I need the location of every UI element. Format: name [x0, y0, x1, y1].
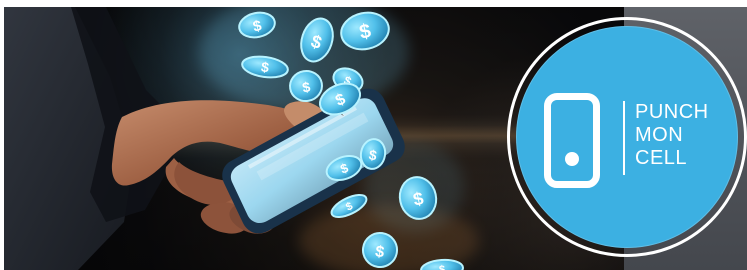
- promo-banner: $ $ $ $ $ $ $ $ $ $ $ $ $ PUNCH MON CELL: [0, 0, 747, 270]
- logo-divider: [623, 101, 625, 175]
- phone-home-dot-icon: [565, 152, 579, 166]
- brand-wordmark: PUNCH MON CELL: [635, 101, 725, 170]
- brand-line-1: PUNCH: [635, 101, 709, 123]
- smartphone-icon: [544, 93, 600, 188]
- brand-line-3: CELL: [635, 147, 688, 169]
- brand-line-2: MON: [635, 124, 684, 146]
- svg-text:$: $: [439, 264, 446, 270]
